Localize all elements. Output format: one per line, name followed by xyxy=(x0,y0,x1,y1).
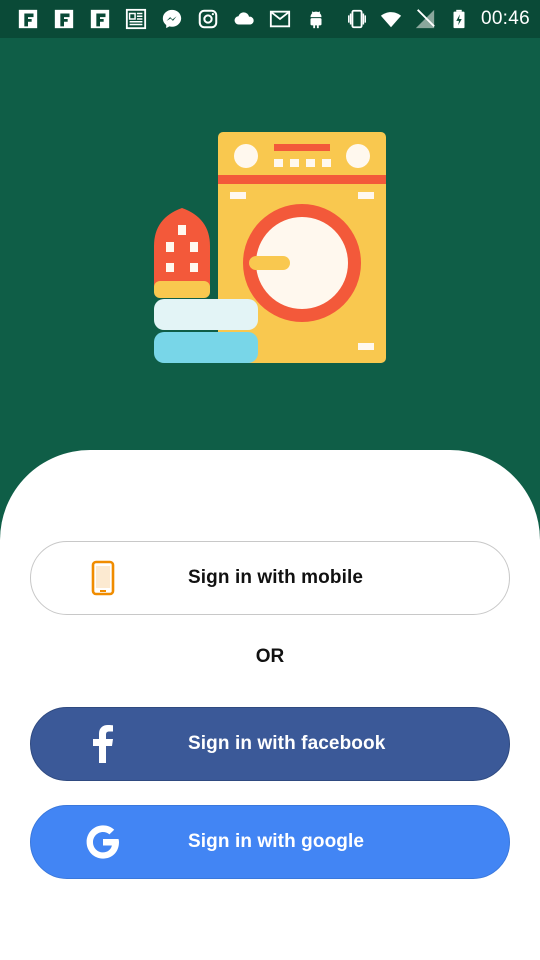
google-icon xyxy=(83,822,123,862)
smartphone-icon xyxy=(83,558,123,598)
android-icon xyxy=(304,7,328,31)
instagram-icon xyxy=(196,7,220,31)
cloud-icon xyxy=(232,7,256,31)
messenger-icon xyxy=(160,7,184,31)
laundry-illustration xyxy=(150,128,390,368)
battery-charging-icon xyxy=(447,7,471,31)
news-icon xyxy=(124,7,148,31)
sign-in-mobile-button[interactable]: Sign in with mobile xyxy=(30,541,510,615)
washing-machine-illustration xyxy=(154,132,386,363)
facebook-icon xyxy=(83,724,123,764)
gmail-icon xyxy=(268,7,292,31)
system-icons: 00:46 xyxy=(345,7,530,31)
sign-in-facebook-button[interactable]: Sign in with facebook xyxy=(30,707,510,781)
or-divider: OR xyxy=(255,646,285,667)
status-time: 00:46 xyxy=(480,8,530,29)
flipboard-icon xyxy=(88,7,112,31)
flipboard-icon xyxy=(16,7,40,31)
notification-icons xyxy=(16,7,328,31)
status-bar: 00:46 xyxy=(0,0,540,38)
sign-in-mobile-label: Sign in with mobile xyxy=(188,567,364,588)
login-screen: 00:46 Sign in with mobile OR Sign in wit… xyxy=(0,0,540,960)
sign-in-google-label: Sign in with google xyxy=(188,831,365,852)
sign-in-google-button[interactable]: Sign in with google xyxy=(30,805,510,879)
sign-in-facebook-label: Sign in with facebook xyxy=(188,733,386,754)
login-sheet xyxy=(0,450,540,960)
no-signal-icon xyxy=(413,7,437,31)
wifi-icon xyxy=(379,7,403,31)
vibrate-icon xyxy=(345,7,369,31)
flipboard-icon xyxy=(52,7,76,31)
